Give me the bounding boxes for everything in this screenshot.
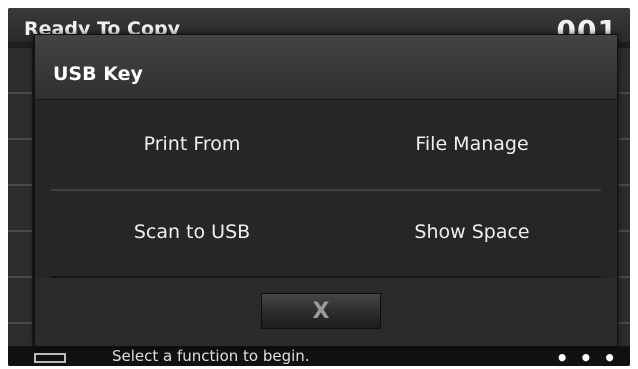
more-dots-icon[interactable]: • • •: [556, 348, 618, 366]
dialog-header: USB Key: [35, 35, 617, 100]
background-left-panel: [8, 48, 32, 348]
usb-key-dialog: USB Key Print From File Manage Scan to U…: [34, 34, 618, 347]
status-message: Select a function to begin.: [112, 347, 310, 365]
status-bar: Select a function to begin. • • •: [8, 346, 630, 366]
status-indicator-icon: [34, 353, 66, 363]
file-manage-button[interactable]: File Manage: [331, 101, 613, 187]
dialog-footer: X: [35, 278, 617, 346]
dialog-title: USB Key: [53, 63, 143, 85]
print-from-button[interactable]: Print From: [51, 101, 333, 187]
show-space-button[interactable]: Show Space: [331, 189, 613, 275]
scan-to-usb-button[interactable]: Scan to USB: [51, 189, 333, 275]
close-button[interactable]: X: [261, 293, 381, 329]
